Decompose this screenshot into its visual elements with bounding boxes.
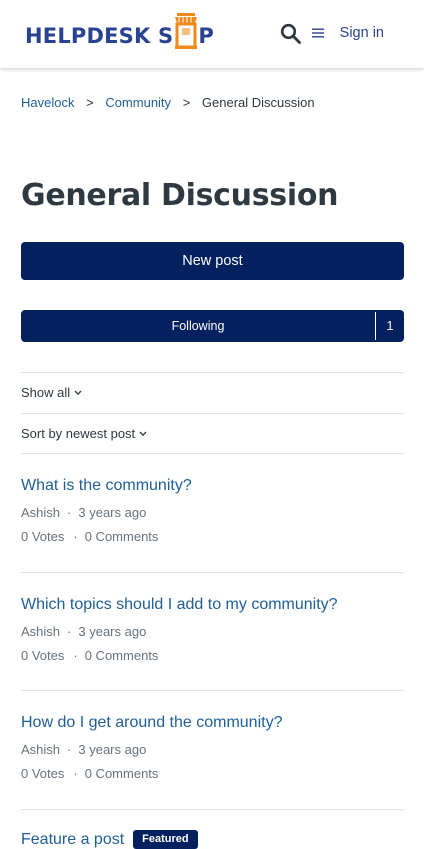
divider [21, 809, 404, 810]
post-title-link[interactable]: Which topics should I add to my communit… [21, 596, 338, 614]
post-title-link[interactable]: What is the community? [21, 477, 192, 495]
search-icon[interactable] [280, 20, 302, 46]
hamburger-menu-icon[interactable] [310, 20, 326, 46]
meta-separator: · [73, 648, 78, 663]
meta-separator: · [73, 766, 78, 781]
follow-button-group: Following 1 [21, 310, 404, 342]
divider [21, 690, 404, 691]
post-list-item: Which topics should I add to my communit… [21, 596, 404, 663]
breadcrumb-community[interactable]: Community [105, 95, 171, 110]
post-title-link[interactable]: Feature a post [21, 831, 124, 849]
show-filter-dropdown[interactable]: Show all [21, 385, 82, 400]
following-button[interactable]: Following [21, 310, 375, 342]
chevron-down-icon [74, 390, 82, 396]
post-list-item: How do I get around the community? Ashis… [21, 714, 404, 781]
post-stats: 0 Votes · 0 Comments [21, 766, 404, 781]
breadcrumb-havelock[interactable]: Havelock [21, 95, 74, 110]
shop-storefront-icon [174, 13, 198, 49]
post-time: 3 years ago [78, 505, 147, 520]
brand-name-end: P [198, 24, 214, 48]
meta-separator: · [67, 624, 72, 639]
post-time: 3 years ago [78, 624, 147, 639]
breadcrumb: Havelock > Community > General Discussio… [21, 95, 315, 110]
brand-name-start: HELPDESK S [25, 24, 174, 48]
post-meta: Ashish · 3 years ago [21, 505, 404, 520]
post-title-link[interactable]: How do I get around the community? [21, 714, 282, 732]
sort-dropdown[interactable]: Sort by newest post [21, 426, 147, 441]
meta-separator: · [73, 529, 78, 544]
post-author: Ashish [21, 742, 61, 757]
post-votes: 0 Votes [21, 766, 65, 781]
divider [21, 453, 404, 454]
post-stats: 0 Votes · 0 Comments [21, 648, 404, 663]
sign-in-link[interactable]: Sign in [340, 25, 384, 41]
post-comments: 0 Comments [84, 766, 159, 781]
divider [21, 413, 404, 414]
sort-label: Sort by newest post [21, 426, 136, 441]
follower-count: 1 [375, 312, 404, 340]
post-author: Ashish [21, 505, 61, 520]
meta-separator: · [67, 505, 72, 520]
post-votes: 0 Votes [21, 529, 65, 544]
post-votes: 0 Votes [21, 648, 65, 663]
post-author: Ashish [21, 624, 61, 639]
new-post-button[interactable]: New post [21, 242, 404, 280]
breadcrumb-separator: > [182, 95, 191, 110]
divider [21, 572, 404, 573]
post-list-item: Feature a post Featured [21, 830, 404, 849]
breadcrumb-separator: > [86, 95, 94, 110]
post-comments: 0 Comments [84, 648, 159, 663]
site-header: HELPDESK S P Sign in [0, 0, 424, 68]
meta-separator: · [67, 742, 72, 757]
brand-logo[interactable]: HELPDESK S P [25, 13, 214, 49]
page-title: General Discussion [21, 178, 339, 213]
post-time: 3 years ago [78, 742, 147, 757]
post-comments: 0 Comments [84, 529, 159, 544]
featured-badge: Featured [133, 830, 198, 849]
post-meta: Ashish · 3 years ago [21, 742, 404, 757]
chevron-down-icon [139, 431, 147, 437]
post-stats: 0 Votes · 0 Comments [21, 529, 404, 544]
breadcrumb-current: General Discussion [201, 95, 315, 110]
header-actions: Sign in [280, 20, 384, 46]
post-list-item: What is the community? Ashish · 3 years ag… [21, 477, 404, 544]
show-filter-label: Show all [21, 385, 71, 400]
post-meta: Ashish · 3 years ago [21, 624, 404, 639]
divider [21, 372, 404, 373]
